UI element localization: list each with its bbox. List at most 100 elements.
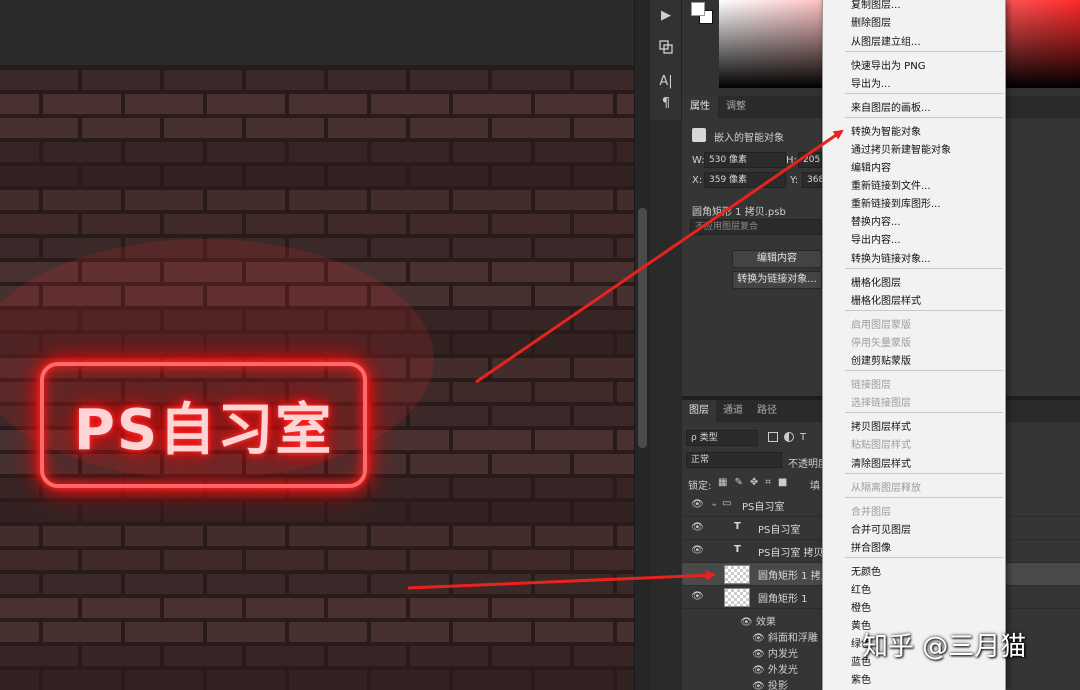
effects-row[interactable]: 👁 效果 [740,613,776,628]
effect-inner-glow-row[interactable]: 👁 内发光 [752,645,798,660]
eye-icon[interactable]: 👁 [752,665,768,676]
brick [617,190,634,210]
menu-item-quick-export-png[interactable]: 快速导出为 PNG [851,57,1001,72]
brick [289,574,367,594]
menu-item-color-violet[interactable]: 紫色 [851,671,1001,686]
lock-all-icon[interactable]: ■ [778,477,787,488]
tab-paths[interactable]: 路径 [750,400,784,422]
brick [453,478,531,498]
menu-item-enable-layer-mask[interactable]: 启用图层蒙版 [851,316,1001,331]
lock-transparent-icon[interactable]: ▦ [718,477,727,488]
menu-item-replace-contents[interactable]: 替换内容... [851,213,1001,228]
eye-icon[interactable]: 👁 [752,633,768,644]
height-field[interactable]: 205 [798,152,822,168]
adjustment-filter-icon[interactable] [784,432,794,442]
lock-paint-icon[interactable]: ✎ [734,477,742,488]
menu-item-link-layers[interactable]: 链接图层 [851,376,1001,391]
eye-icon[interactable]: 👁 [691,499,704,511]
menu-item-delete-layer[interactable]: 删除图层 [851,14,1001,29]
x-field[interactable]: 359 像素 [704,172,786,188]
effect-drop-shadow-row[interactable]: 👁 投影 [752,677,788,690]
brick [0,502,78,522]
eye-icon[interactable]: 👁 [752,681,768,690]
text-layer-icon: T [734,544,741,555]
menu-item-edit-contents[interactable]: 编辑内容 [851,159,1001,174]
document-canvas[interactable]: PS自习室 [0,66,634,690]
image-filter-icon[interactable] [768,432,778,442]
tab-adjustments[interactable]: 调整 [718,96,754,118]
menu-item-export-as[interactable]: 导出为... [851,75,1001,90]
canvas-scroll-thumb[interactable] [638,208,647,448]
neon-sign-text: PS自习室 [73,397,334,463]
brick [328,646,406,666]
brick [535,574,613,594]
layer-comp-select[interactable]: 不应用图层复合 [690,219,822,235]
width-field[interactable]: 530 像素 [704,152,786,168]
brick [535,238,613,258]
menu-item-duplicate-layer[interactable]: 复制图层... [851,0,1001,11]
menu-item-color-orange[interactable]: 橙色 [851,599,1001,614]
blend-mode-select[interactable]: 正常 [686,452,782,468]
eye-icon[interactable]: 👁 [740,617,756,628]
edit-contents-button[interactable]: 编辑内容 [732,250,822,268]
menu-item-disable-vector-mask[interactable]: 停用矢量蒙版 [851,334,1001,349]
eye-icon[interactable]: 👁 [691,545,704,557]
menu-item-relink-to-file[interactable]: 重新链接到文件... [851,177,1001,192]
lock-position-icon[interactable]: ✥ [750,477,758,488]
brick [207,190,285,210]
y-field[interactable]: 368 [802,172,824,188]
brick [535,286,613,306]
menu-item-convert-to-linked[interactable]: 转换为链接对象... [851,250,1001,265]
menu-item-color-none[interactable]: 无颜色 [851,563,1001,578]
menu-item-copy-layer-style[interactable]: 拷贝图层样式 [851,418,1001,433]
eye-icon[interactable]: 👁 [752,649,768,660]
menu-item-paste-layer-style[interactable]: 粘贴图层样式 [851,436,1001,451]
brick [617,622,634,642]
expand-chevron-icon[interactable]: ⌄ [710,498,718,509]
brick [535,382,613,402]
type-filter-icon[interactable]: T [800,432,806,443]
menu-item-select-linked-layers[interactable]: 选择链接图层 [851,394,1001,409]
menu-item-create-clipping-mask[interactable]: 创建剪贴蒙版 [851,352,1001,367]
play-icon[interactable]: ▶ [650,2,682,28]
menu-item-group-from-layers[interactable]: 从图层建立组... [851,33,1001,48]
menu-item-new-smart-object-via-copy[interactable]: 通过拷贝新建智能对象 [851,141,1001,156]
tab-layers[interactable]: 图层 [682,400,716,422]
brick [371,142,449,162]
eye-icon[interactable]: 👁 [691,522,704,534]
menu-item-merge-visible[interactable]: 合并可见图层 [851,521,1001,536]
paragraph-panel-icon[interactable]: ¶ [650,90,682,116]
menu-item-relink-to-library-graphic[interactable]: 重新链接到库图形... [851,195,1001,210]
brick [371,238,449,258]
canvas-scrollbar[interactable] [634,0,650,690]
brick [453,574,531,594]
brick [164,118,242,138]
eye-icon[interactable]: 👁 [691,591,704,603]
menu-item-artboard-from-layers[interactable]: 来自图层的画板... [851,99,1001,114]
menu-item-rasterize-layer[interactable]: 栅格化图层 [851,274,1001,289]
lock-artboard-icon[interactable]: ⌗ [765,477,771,488]
clone-source-icon[interactable] [650,34,682,60]
lock-label: 锁定: [688,481,712,492]
tab-properties[interactable]: 属性 [682,96,718,118]
tab-channels[interactable]: 通道 [716,400,750,422]
menu-item-clear-layer-style[interactable]: 清除图层样式 [851,455,1001,470]
layer-filter-select[interactable]: ρ 类型 [686,430,758,446]
menu-item-flatten-image[interactable]: 拼合图像 [851,539,1001,554]
brick [246,646,324,666]
menu-item-export-contents[interactable]: 导出内容... [851,231,1001,246]
menu-item-release-from-isolation[interactable]: 从隔离图层释放 [851,479,1001,494]
effect-bevel-row[interactable]: 👁 斜面和浮雕 [752,629,818,644]
brick [410,646,488,666]
menu-separator [845,370,1003,371]
menu-item-convert-to-smart-object[interactable]: 转换为智能对象 [851,123,1001,138]
effect-outer-glow-row[interactable]: 👁 外发光 [752,661,798,676]
foreground-color-swatch[interactable] [691,2,705,16]
brick [289,622,367,642]
menu-item-rasterize-layer-style[interactable]: 栅格化图层样式 [851,292,1001,307]
menu-item-merge-layers[interactable]: 合并图层 [851,503,1001,518]
convert-to-linked-button[interactable]: 转换为链接对象... [732,271,822,289]
brick [43,574,121,594]
menu-item-color-red[interactable]: 红色 [851,581,1001,596]
brick [0,118,78,138]
